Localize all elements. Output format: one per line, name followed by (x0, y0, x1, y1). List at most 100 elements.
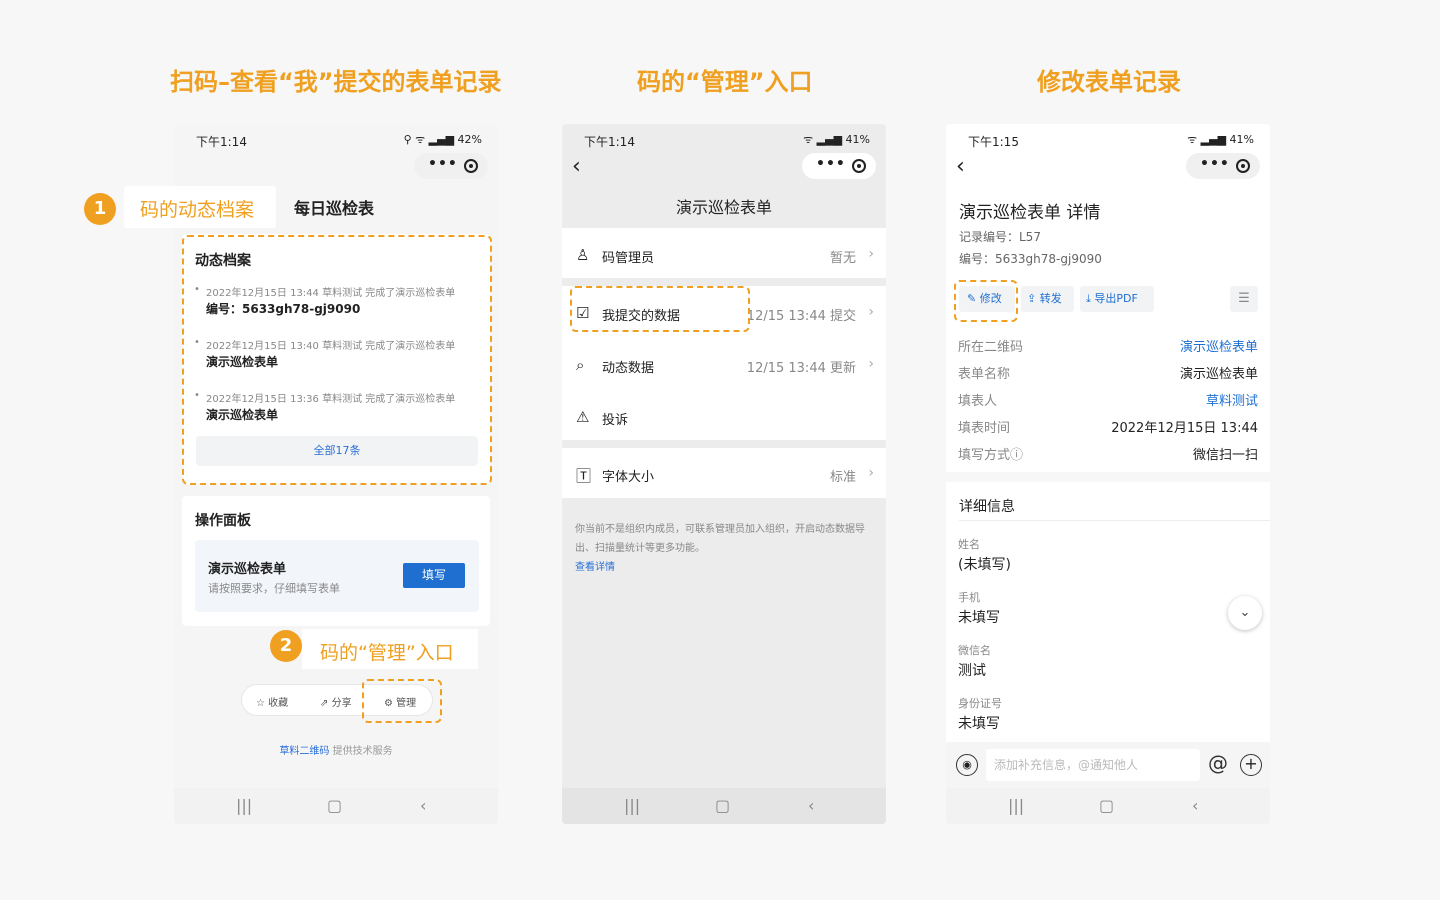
close-target-icon[interactable] (852, 159, 866, 173)
highlight-archive (182, 235, 492, 485)
more-icon[interactable]: ••• (1200, 156, 1230, 172)
footer-credit: 草料二维码 提供技术服务 (279, 746, 393, 757)
qrcode-link[interactable]: 演示巡检表单 (1180, 336, 1258, 355)
tab-daily-inspection[interactable]: 每日巡检表 (294, 195, 374, 219)
detail-title: 演示巡检表单 详情 (959, 203, 1101, 223)
heading-edit-record: 修改表单记录 (1037, 68, 1181, 96)
heading-scan-records: 扫码–查看“我”提交的表单记录 (170, 68, 502, 96)
field-label-id: 身份证号 (958, 697, 1002, 710)
tab-dynamic-archive-label: 码的动态档案 (140, 199, 255, 221)
download-icon: ⤓ (1086, 292, 1091, 305)
back-arrow-icon[interactable]: ‹ (572, 154, 581, 179)
android-nav-bar: ||| ▢ ‹ (562, 788, 886, 824)
row-code-admin[interactable]: ♙ 码管理员 暂无 › (562, 228, 886, 278)
status-time: 下午1:15 (968, 135, 1019, 149)
manage-hint-text: 码的“管理”入口 (320, 642, 454, 664)
field-value-phone: 未填写 (958, 610, 1000, 626)
recent-apps-icon[interactable]: ||| (236, 796, 252, 815)
star-icon: ☆ (256, 698, 265, 709)
at-mention-icon[interactable]: @ (1208, 751, 1228, 775)
phone-detail-view: 下午1:15 ᯤ ▂▄▆ 41% ‹ ••• 演示巡检表单 详情 记录编号：L5… (946, 124, 1270, 824)
text-size-icon: 🅃 (576, 467, 592, 485)
chevron-right-icon: › (868, 356, 874, 372)
comment-input[interactable]: 添加补充信息，@通知他人 (986, 749, 1200, 781)
close-target-icon[interactable] (1236, 159, 1250, 173)
section-divider (946, 472, 1270, 482)
mini-program-capsule[interactable]: ••• (414, 153, 488, 179)
field-value-wechat: 测试 (958, 663, 986, 679)
back-nav-icon[interactable]: ‹ (1192, 796, 1198, 815)
more-icon[interactable]: ••• (816, 156, 846, 172)
status-icons: ⚲ ᯤ ▂▄▆ 42% (403, 133, 482, 146)
status-time: 下午1:14 (196, 135, 247, 149)
forward-button[interactable]: ⇪ 转发 (1021, 286, 1074, 312)
plus-icon[interactable]: + (1240, 754, 1262, 776)
highlight-manage (362, 679, 442, 723)
form-name: 演示巡检表单 (208, 562, 287, 577)
highlight-edit-button (954, 280, 1018, 322)
highlight-my-submissions (570, 286, 750, 332)
filler-link[interactable]: 草料测试 (1206, 390, 1258, 409)
mini-program-capsule[interactable]: ••• (1186, 153, 1260, 179)
heading-manage-entry: 码的“管理”入口 (637, 68, 813, 96)
field-value-name: (未填写) (958, 557, 1011, 573)
home-icon[interactable]: ▢ (715, 796, 730, 815)
status-bar: 下午1:15 ᯤ ▂▄▆ 41% (946, 124, 1270, 154)
home-icon[interactable]: ▢ (327, 796, 342, 815)
status-icons: ᯤ ▂▄▆ 41% (803, 133, 870, 146)
step-badge-1: 1 (84, 193, 116, 225)
status-bar: 下午1:14 ⚲ ᯤ ▂▄▆ 42% (174, 124, 498, 154)
form-entry-card[interactable]: 演示巡检表单 请按照要求，仔细填写表单 填写 (195, 540, 479, 612)
member-notice: 你当前不是组织内成员，可联系管理员加入组织，开启动态数据导出、扫描量统计等更多功… (575, 524, 865, 554)
fill-button[interactable]: 填写 (403, 563, 465, 588)
phone-manage-view: 下午1:14 ᯤ ▂▄▆ 41% ‹ ••• 演示巡检表单 ♙ 码管理员 暂无 … (562, 124, 886, 824)
recent-apps-icon[interactable]: ||| (624, 796, 640, 815)
close-target-icon[interactable] (464, 159, 478, 173)
row-complaint[interactable]: ⚠ 投诉 (562, 390, 886, 440)
record-number: 记录编号：L57 (959, 230, 1041, 244)
mini-program-capsule[interactable]: ••• (802, 153, 876, 179)
row-dynamic-data[interactable]: ⌕ 动态数据 12/15 13:44 更新 › (562, 338, 886, 390)
menu-icon[interactable]: ☰ (1230, 286, 1258, 312)
more-icon[interactable]: ••• (428, 156, 458, 172)
share-button[interactable]: ⇗ 分享 (320, 694, 352, 709)
notice-details-link[interactable]: 查看详情 (575, 558, 615, 573)
comment-bar: ◉ 添加补充信息，@通知他人 @ + (946, 742, 1270, 788)
divider (959, 520, 1270, 521)
field-value-id: 未填写 (958, 716, 1000, 732)
warning-icon: ⚠ (576, 408, 590, 426)
back-nav-icon[interactable]: ‹ (420, 796, 426, 815)
share-icon: ⇪ (1027, 292, 1037, 305)
home-icon[interactable]: ▢ (1099, 796, 1114, 815)
tab-dynamic-archive[interactable]: 码的动态档案 (124, 186, 276, 228)
operation-panel: 操作面板 演示巡检表单 请按照要求，仔细填写表单 填写 (182, 496, 490, 626)
form-hint: 请按照要求，仔细填写表单 (208, 582, 340, 595)
serial-number: 编号：5633gh78-gj9090 (959, 252, 1102, 266)
user-icon: ♙ (576, 246, 590, 264)
step-badge-2: 2 (270, 630, 302, 662)
expand-down-icon[interactable]: ⌄ (1228, 596, 1262, 630)
footer-brand-link[interactable]: 草料二维码 (279, 746, 329, 757)
field-label-name: 姓名 (958, 538, 980, 551)
back-arrow-icon[interactable]: ‹ (956, 154, 965, 179)
row-font-size[interactable]: 🅃 字体大小 标准 › (562, 448, 886, 498)
status-icons: ᯤ ▂▄▆ 41% (1187, 133, 1254, 146)
detail-section-title: 详细信息 (959, 499, 1015, 515)
recent-apps-icon[interactable]: ||| (1008, 796, 1024, 815)
voice-icon[interactable]: ◉ (956, 754, 978, 776)
field-label-wechat: 微信名 (958, 644, 991, 657)
share-icon: ⇗ (320, 698, 329, 709)
favorite-button[interactable]: ☆ 收藏 (256, 694, 288, 709)
chevron-right-icon: › (868, 246, 874, 262)
field-label-phone: 手机 (958, 591, 980, 604)
status-time: 下午1:14 (584, 135, 635, 149)
chevron-right-icon: › (868, 465, 874, 481)
panel-title: 操作面板 (195, 513, 251, 529)
android-nav-bar: ||| ▢ ‹ (174, 788, 498, 824)
android-nav-bar: ||| ▢ ‹ (946, 788, 1270, 824)
export-pdf-button[interactable]: ⤓ 导出PDF (1080, 286, 1154, 312)
chevron-right-icon: › (868, 304, 874, 320)
back-nav-icon[interactable]: ‹ (808, 796, 814, 815)
manage-hint-box: 码的“管理”入口 (302, 629, 478, 669)
status-bar: 下午1:14 ᯤ ▂▄▆ 41% (562, 124, 886, 154)
